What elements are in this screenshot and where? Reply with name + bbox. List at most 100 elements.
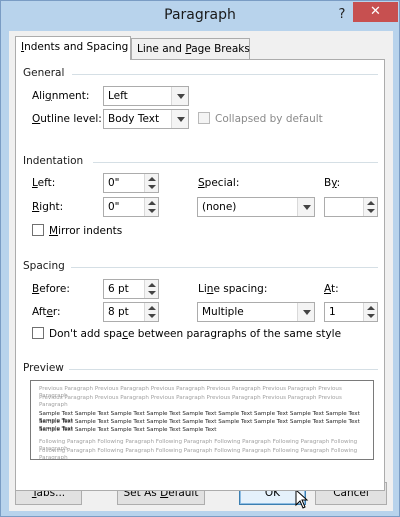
arrow-up-icon[interactable]	[148, 201, 156, 205]
chevron-down-icon[interactable]	[297, 303, 314, 321]
indentation-heading: Indentation	[23, 155, 84, 167]
by-label: By:	[324, 177, 340, 189]
outline-level-label: Outline level:	[32, 113, 102, 125]
alignment-label: Alignment:	[32, 90, 89, 102]
arrow-up-icon[interactable]	[367, 306, 375, 310]
label-text: ight:	[39, 201, 64, 213]
label-accelerator: M	[49, 225, 59, 237]
section-divider	[72, 74, 378, 75]
arrow-down-icon[interactable]	[148, 314, 156, 318]
arrow-up-icon[interactable]	[148, 306, 156, 310]
spacing-after-label: After:	[32, 306, 61, 318]
tab-label: ndents and Spacing	[24, 41, 129, 53]
general-heading: General	[23, 67, 65, 79]
at-value: 1	[329, 306, 336, 318]
collapsed-by-default-checkbox[interactable]	[198, 112, 210, 124]
by-spinner[interactable]	[324, 197, 378, 217]
line-spacing-dropdown[interactable]: Multiple	[197, 302, 315, 322]
label-text: Ali	[32, 90, 46, 102]
section-divider	[69, 369, 378, 370]
label-text: :	[336, 177, 341, 189]
label-text: t:	[331, 283, 339, 295]
label-text: e between paragraphs of the same style	[127, 328, 342, 340]
section-divider	[71, 267, 378, 268]
mirror-indents-checkbox[interactable]	[32, 224, 44, 236]
arrow-down-icon[interactable]	[148, 209, 156, 213]
tab-label: age Breaks	[191, 43, 250, 55]
label-text: e spacing:	[213, 283, 268, 295]
label-text: pecial:	[204, 177, 240, 189]
at-label: At:	[324, 283, 339, 295]
tab-label: Line and	[137, 43, 186, 55]
line-spacing-value: Multiple	[202, 306, 244, 318]
label-text: irror indents	[58, 225, 123, 237]
label-text: utline level:	[40, 113, 102, 125]
right-indent-value: 0"	[108, 201, 120, 213]
left-indent-spinner[interactable]: 0"	[103, 173, 159, 193]
tab-line-and-page-breaks[interactable]: Line and Page Breaks	[131, 38, 250, 60]
arrow-down-icon[interactable]	[148, 291, 156, 295]
mouse-pointer-icon	[295, 488, 309, 509]
spacing-after-value: 8 pt	[108, 306, 129, 318]
spacing-before-label: Before:	[32, 283, 70, 295]
tab-indents-and-spacing[interactable]: Indents and Spacing	[15, 36, 131, 60]
help-button[interactable]: ?	[335, 7, 349, 23]
chevron-down-icon[interactable]	[171, 87, 188, 105]
arrow-down-icon[interactable]	[367, 314, 375, 318]
spacing-before-spinner[interactable]: 6 pt	[103, 279, 159, 299]
collapsed-by-default-label: Collapsed by default	[215, 113, 323, 125]
label-text: nment:	[51, 90, 90, 102]
left-indent-value: 0"	[108, 177, 120, 189]
label-accelerator: g	[45, 90, 52, 102]
line-spacing-label: Line spacing:	[198, 283, 267, 295]
spinner-buttons[interactable]	[144, 198, 158, 216]
right-indent-spinner[interactable]: 0"	[103, 197, 159, 217]
section-divider	[93, 162, 378, 163]
dialog-client-area: Indents and Spacing Line and Page Breaks…	[9, 31, 393, 511]
spinner-buttons[interactable]	[144, 303, 158, 321]
alignment-dropdown[interactable]: Left	[103, 86, 189, 106]
preview-following-line: Following Paragraph Following Paragraph …	[39, 448, 358, 460]
arrow-up-icon[interactable]	[148, 283, 156, 287]
spinner-buttons[interactable]	[363, 303, 377, 321]
special-label: Special:	[198, 177, 239, 189]
arrow-up-icon[interactable]	[148, 177, 156, 181]
arrow-down-icon[interactable]	[148, 185, 156, 189]
special-value: (none)	[202, 201, 237, 213]
alignment-value: Left	[108, 90, 128, 102]
label-text: Li	[198, 283, 207, 295]
at-spinner[interactable]: 1	[324, 302, 378, 322]
label-text: eft:	[37, 177, 56, 189]
label-text: Don't add spa	[49, 328, 123, 340]
paragraph-dialog: Paragraph ? ✕ Indents and Spacing Line a…	[0, 0, 400, 517]
spinner-buttons[interactable]	[363, 198, 377, 216]
outline-level-value: Body Text	[108, 113, 160, 125]
special-dropdown[interactable]: (none)	[197, 197, 315, 217]
dont-add-space-label: Don't add space between paragraphs of th…	[49, 328, 341, 340]
arrow-up-icon[interactable]	[367, 201, 375, 205]
preview-previous-line: Previous Paragraph Previous Paragraph Pr…	[39, 395, 342, 408]
tab-panel: General Alignment: Left Outline level: B…	[15, 59, 385, 491]
title-bar: Paragraph ? ✕	[1, 1, 399, 31]
outline-level-dropdown[interactable]: Body Text	[103, 109, 189, 129]
label-accelerator: A	[324, 283, 331, 295]
mirror-indents-label: Mirror indents	[49, 225, 122, 237]
chevron-down-icon[interactable]	[171, 110, 188, 128]
left-indent-label: Left:	[32, 177, 55, 189]
label-accelerator: S	[198, 177, 205, 189]
label-text: efore:	[39, 283, 70, 295]
preview-sample-line: Sample Text Sample Text Sample Text Samp…	[39, 427, 217, 433]
spinner-buttons[interactable]	[144, 280, 158, 298]
spacing-before-value: 6 pt	[108, 283, 129, 295]
spacing-heading: Spacing	[23, 260, 65, 272]
label-text: Aft	[32, 306, 47, 318]
spacing-after-spinner[interactable]: 8 pt	[103, 302, 159, 322]
chevron-down-icon[interactable]	[297, 198, 314, 216]
dont-add-space-checkbox[interactable]	[32, 327, 44, 339]
preview-box: Previous Paragraph Previous Paragraph Pr…	[30, 380, 374, 460]
spinner-buttons[interactable]	[144, 174, 158, 192]
preview-heading: Preview	[23, 362, 64, 374]
arrow-down-icon[interactable]	[367, 209, 375, 213]
close-button[interactable]: ✕	[353, 2, 398, 22]
right-indent-label: Right:	[32, 201, 63, 213]
